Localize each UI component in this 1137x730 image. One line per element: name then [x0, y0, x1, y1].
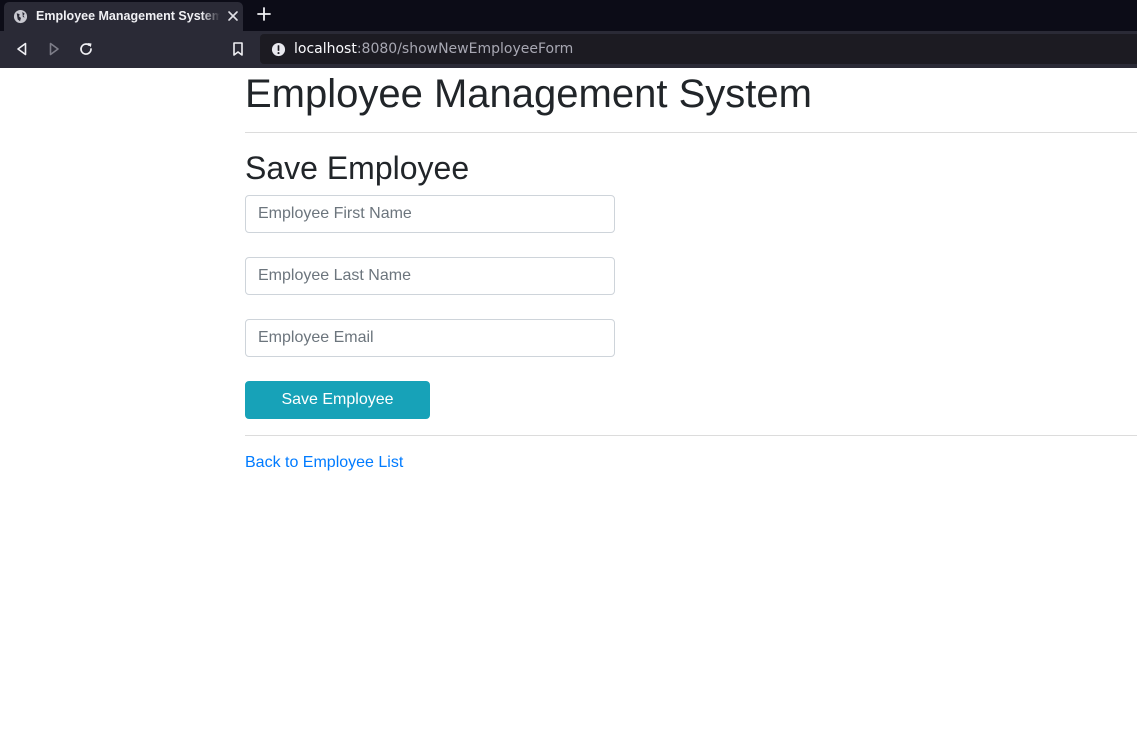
tab-title: Employee Management System	[36, 9, 220, 23]
url-text: localhost:8080/showNewEmployeeForm	[294, 41, 573, 57]
browser-toolbar: localhost:8080/showNewEmployeeForm	[0, 31, 1137, 68]
browser-tab[interactable]: Employee Management System	[4, 2, 243, 31]
divider	[245, 435, 1137, 436]
site-info-icon[interactable]	[271, 42, 286, 57]
section-title: Save Employee	[245, 150, 470, 186]
back-to-list-link[interactable]: Back to Employee List	[245, 453, 403, 473]
page-title: Employee Management System	[245, 72, 812, 116]
save-employee-button[interactable]: Save Employee	[245, 381, 430, 419]
globe-icon	[13, 9, 28, 24]
close-icon[interactable]	[227, 10, 239, 22]
divider	[245, 132, 1137, 133]
reload-icon[interactable]	[77, 40, 95, 58]
forward-icon[interactable]	[45, 40, 63, 58]
back-icon[interactable]	[13, 40, 31, 58]
first-name-input[interactable]	[245, 195, 615, 233]
url-path: :8080/showNewEmployeeForm	[356, 41, 574, 57]
url-host: localhost	[294, 41, 357, 57]
address-bar[interactable]: localhost:8080/showNewEmployeeForm	[260, 34, 1137, 64]
browser-tab-bar: Employee Management System	[0, 0, 1137, 31]
email-input[interactable]	[245, 319, 615, 357]
plus-icon[interactable]	[256, 6, 272, 22]
bookmark-icon[interactable]	[229, 40, 247, 58]
last-name-input[interactable]	[245, 257, 615, 295]
